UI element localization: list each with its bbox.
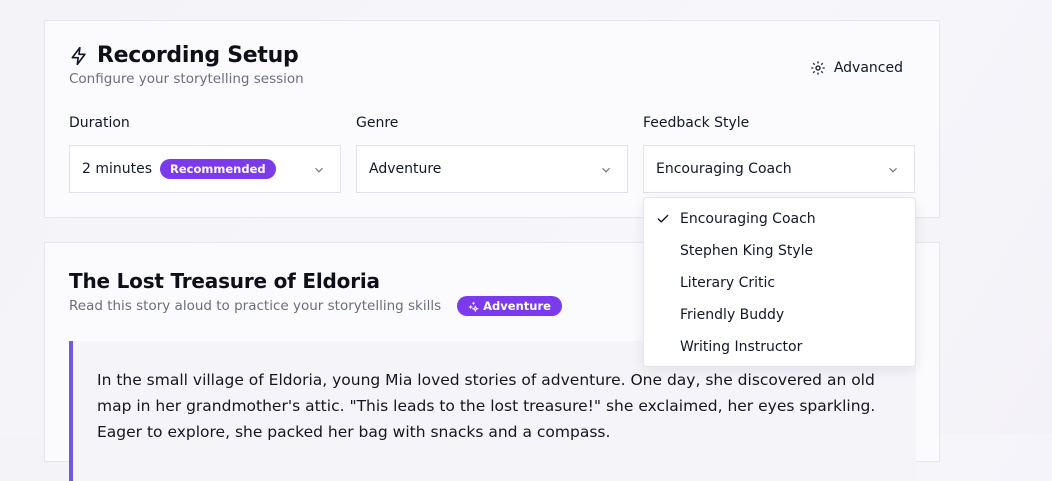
feedback-style-label: Feedback Style [643,115,750,131]
chevron-down-icon [889,167,897,173]
story-subtitle-row: Read this story aloud to practice your s… [69,296,562,316]
option-stephen-king-style[interactable]: Stephen King Style [644,235,915,267]
setup-subtitle: Configure your storytelling session [69,71,304,87]
genre-badge-label: Adventure [483,299,551,313]
feedback-style-value: Encouraging Coach [656,161,792,177]
check-icon [657,214,669,223]
duration-select[interactable]: 2 minutes Recommended [69,145,341,193]
recommended-badge: Recommended [160,159,276,179]
advanced-button[interactable]: Advanced [810,57,903,79]
genre-value: Adventure [369,161,442,177]
story-subtitle: Read this story aloud to practice your s… [69,298,442,314]
option-writing-instructor[interactable]: Writing Instructor [644,331,915,363]
feedback-style-dropdown: Encouraging Coach Stephen King Style Lit… [643,197,916,367]
feedback-style-select[interactable]: Encouraging Coach [643,145,915,193]
genre-label: Genre [356,115,399,131]
duration-label: Duration [69,115,130,131]
recording-setup-card: Recording Setup Configure your storytell… [44,20,940,218]
chevron-down-icon [315,167,323,173]
sparkles-icon [469,301,480,312]
setup-title: Recording Setup [97,43,299,68]
genre-badge: Adventure [457,296,562,316]
story-title: The Lost Treasure of Eldoria [69,269,380,293]
option-friendly-buddy[interactable]: Friendly Buddy [644,299,915,331]
setup-title-row: Recording Setup [69,43,299,68]
advanced-label: Advanced [833,60,903,76]
story-text: In the small village of Eldoria, young M… [97,371,876,441]
option-literary-critic[interactable]: Literary Critic [644,267,915,299]
option-label: Friendly Buddy [680,307,785,323]
option-label: Writing Instructor [680,339,803,355]
genre-select[interactable]: Adventure [356,145,628,193]
chevron-down-icon [602,167,610,173]
option-label: Encouraging Coach [680,211,816,227]
option-label: Literary Critic [680,275,776,291]
gear-icon [811,61,825,75]
duration-value: 2 minutes [82,161,153,177]
lightning-icon [71,46,86,65]
option-encouraging-coach[interactable]: Encouraging Coach [644,203,915,235]
option-label: Stephen King Style [680,243,814,259]
